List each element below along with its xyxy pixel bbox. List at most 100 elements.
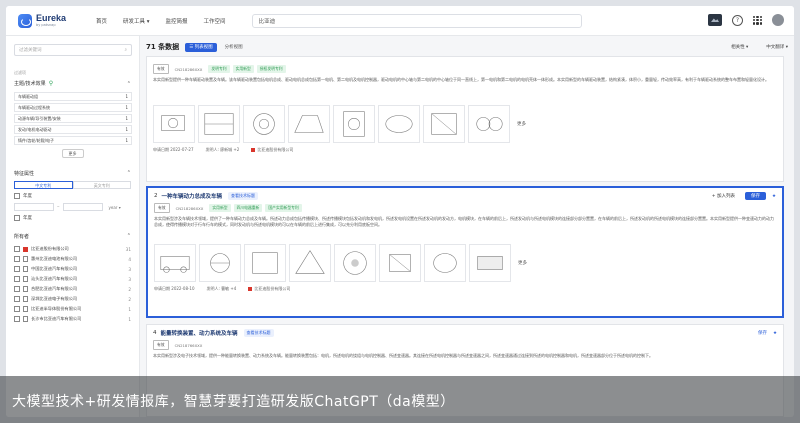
checkbox[interactable] — [14, 193, 20, 199]
unit-select[interactable]: year ▾ — [109, 205, 121, 210]
owner-filter-header[interactable]: 所有者 ⌃ — [14, 233, 131, 240]
patent-number[interactable]: CN218286XXX — [173, 205, 207, 212]
patent-drawing[interactable] — [379, 244, 421, 282]
owner-item[interactable]: 深圳比亚迪电子有限公司 2 — [14, 294, 131, 304]
patent-drawing[interactable] — [199, 244, 241, 282]
owner-item[interactable]: 合肥比亚迪汽车有限公司 2 — [14, 284, 131, 294]
patent-drawing[interactable] — [153, 105, 195, 143]
keyword-item[interactable]: 发动/电机电动驱动 1 — [14, 125, 132, 134]
apps-grid-icon[interactable] — [753, 15, 762, 25]
translate-select[interactable]: 中文翻译 ▾ — [766, 44, 788, 50]
checkbox[interactable] — [14, 306, 20, 312]
patent-title[interactable]: 一种车辆动力总成及车辆 — [162, 192, 223, 200]
filter-keyword-input[interactable]: 过滤关键词 ⌕ — [14, 44, 132, 56]
help-icon[interactable]: ? — [732, 14, 743, 26]
patent-card[interactable]: 有效 CN218286XXX 发明专利 实用新型 授权发明专利 本实用新型提供一… — [146, 56, 784, 182]
patent-number[interactable]: CN218766XXX — [172, 342, 206, 349]
owner-item[interactable]: 惠州比亚迪电池有限公司 4 — [14, 254, 131, 264]
checkbox[interactable] — [14, 296, 20, 302]
sort-select[interactable]: 相关性 ▾ — [731, 44, 748, 50]
patent-drawing[interactable] — [468, 105, 510, 143]
range-to-input[interactable] — [62, 203, 103, 211]
search-value: 比亚迪 — [258, 18, 276, 25]
patent-drawing[interactable] — [154, 244, 196, 282]
inventor[interactable]: 发明人: 廖新城 +2 — [206, 147, 240, 153]
keyword-item[interactable]: 车辆驱动组 1 — [14, 92, 132, 101]
inventor[interactable]: 发明人: 曹敏 +4 — [207, 286, 237, 292]
star-icon[interactable]: ★ — [772, 194, 776, 199]
more-drawings-link[interactable]: 更多 — [518, 260, 536, 266]
owner-item[interactable]: 中国比亚迪汽车有限公司 3 — [14, 264, 131, 274]
filter-placeholder: 过滤关键词 — [19, 48, 42, 53]
main-nav: 首页 研发工具 ▾ 监控简报 工作空间 — [96, 17, 242, 25]
patent-title[interactable]: 能量转换装置、动力系统及车辆 — [161, 329, 238, 337]
year-filter-2[interactable]: 年度 — [14, 215, 131, 221]
more-keywords-button[interactable]: 更多 — [61, 149, 84, 158]
nav-workspace[interactable]: 工作空间 — [204, 17, 226, 25]
year-filter-1[interactable]: 年度 — [14, 193, 131, 199]
star-icon[interactable]: ★ — [773, 331, 777, 336]
ai-title-tag[interactable]: 查看技术标题 — [228, 192, 259, 200]
chevron-up-icon[interactable]: ⌃ — [127, 233, 131, 240]
patent-drawing[interactable] — [469, 244, 511, 282]
nav-home[interactable]: 首页 — [96, 17, 107, 25]
analysis-view-button[interactable]: 分析视图 — [221, 43, 247, 52]
patent-drawing[interactable] — [333, 105, 375, 143]
nav-monitor[interactable]: 监控简报 — [166, 17, 188, 25]
patent-abstract: 本实用新型涉及电子技术领域，提供一种能量转换装置、动力系统及车辆。能量转换装置包… — [153, 353, 653, 358]
keyword-item[interactable]: 车辆驱动过程系统 1 — [14, 103, 132, 112]
owner-item[interactable]: 长沙市比亚迪汽车有限公司 1 — [14, 314, 131, 324]
logo[interactable]: Eureka by patsnap — [18, 13, 86, 28]
chevron-up-icon[interactable]: ⌃ — [127, 81, 131, 87]
document-icon — [23, 276, 28, 282]
document-icon — [23, 256, 28, 262]
owner-item[interactable]: 比亚迪股份有限公司 31 — [14, 244, 131, 254]
feature-filter-header[interactable]: 特征属性 ⌃ — [14, 170, 131, 177]
avatar[interactable] — [772, 14, 784, 26]
checkbox[interactable] — [14, 286, 20, 292]
patent-number[interactable]: CN218286XXX — [172, 66, 206, 73]
checkbox[interactable] — [14, 276, 20, 282]
topic-filter-header[interactable]: 主题/技术效果 ⚲ ⌃ — [14, 80, 131, 87]
patent-drawing[interactable] — [243, 105, 285, 143]
keyword-item[interactable]: 铸件/齿轮/轮毂/电子 1 — [14, 136, 132, 145]
save-button[interactable]: 保存 — [758, 330, 767, 336]
document-icon — [23, 286, 28, 292]
chevron-up-icon[interactable]: ⌃ — [127, 170, 131, 177]
checkbox[interactable] — [14, 215, 20, 221]
owner-item[interactable]: 比亚迪半导体股份有限公司 1 — [14, 304, 131, 314]
company-logo-icon — [251, 148, 256, 152]
more-drawings-link[interactable]: 更多 — [517, 121, 535, 127]
range-from-input[interactable] — [14, 203, 54, 211]
checkbox[interactable] — [14, 256, 20, 262]
image-search-icon[interactable] — [708, 14, 722, 26]
filter-sidebar: 过滤关键词 ⌕ 过滤项 主题/技术效果 ⚲ ⌃ 车辆驱动组 1 车辆驱动过程系统 1 … — [6, 36, 140, 417]
toggle-en-patent[interactable]: 英文专利 — [72, 181, 131, 189]
list-view-button[interactable]: ☰ 列表视图 — [185, 42, 217, 52]
patent-drawing[interactable] — [289, 244, 331, 282]
save-button[interactable]: 保存 — [744, 192, 766, 200]
owner-label: 所有者 — [14, 234, 30, 240]
results-panel: 71 条数据 ☰ 列表视图 分析视图 相关性 ▾ 中文翻译 ▾ 有效 CN218… — [146, 40, 788, 417]
checkbox[interactable] — [14, 246, 20, 252]
nav-rd-tools[interactable]: 研发工具 ▾ — [123, 17, 150, 25]
result-index: 2 — [154, 193, 158, 199]
patent-drawing[interactable] — [424, 244, 466, 282]
patent-drawing[interactable] — [423, 105, 465, 143]
search-input[interactable]: 比亚迪 — [251, 13, 582, 28]
add-to-list-button[interactable]: + 加入列表 — [712, 193, 735, 199]
ai-title-tag[interactable]: 查看技术标题 — [243, 329, 274, 337]
checkbox[interactable] — [14, 316, 20, 322]
patent-drawing[interactable] — [334, 244, 376, 282]
toggle-cn-patent[interactable]: 中文专利 — [14, 181, 73, 189]
patent-drawing[interactable] — [378, 105, 420, 143]
patent-card-selected[interactable]: 2 一种车辆动力总成及车辆 查看技术标题 + 加入列表 保存 ★ 有效 CN21… — [146, 186, 784, 318]
checkbox[interactable] — [14, 266, 20, 272]
patent-drawing[interactable] — [198, 105, 240, 143]
topic-label: 主题/技术效果 — [14, 81, 46, 87]
patent-drawing[interactable] — [244, 244, 286, 282]
search-icon: ⌕ — [124, 48, 127, 53]
owner-item[interactable]: 汕头比亚迪汽车有限公司 3 — [14, 274, 131, 284]
keyword-item[interactable]: 动源车辆/导引装置/安装 1 — [14, 114, 132, 123]
patent-drawing[interactable] — [288, 105, 330, 143]
